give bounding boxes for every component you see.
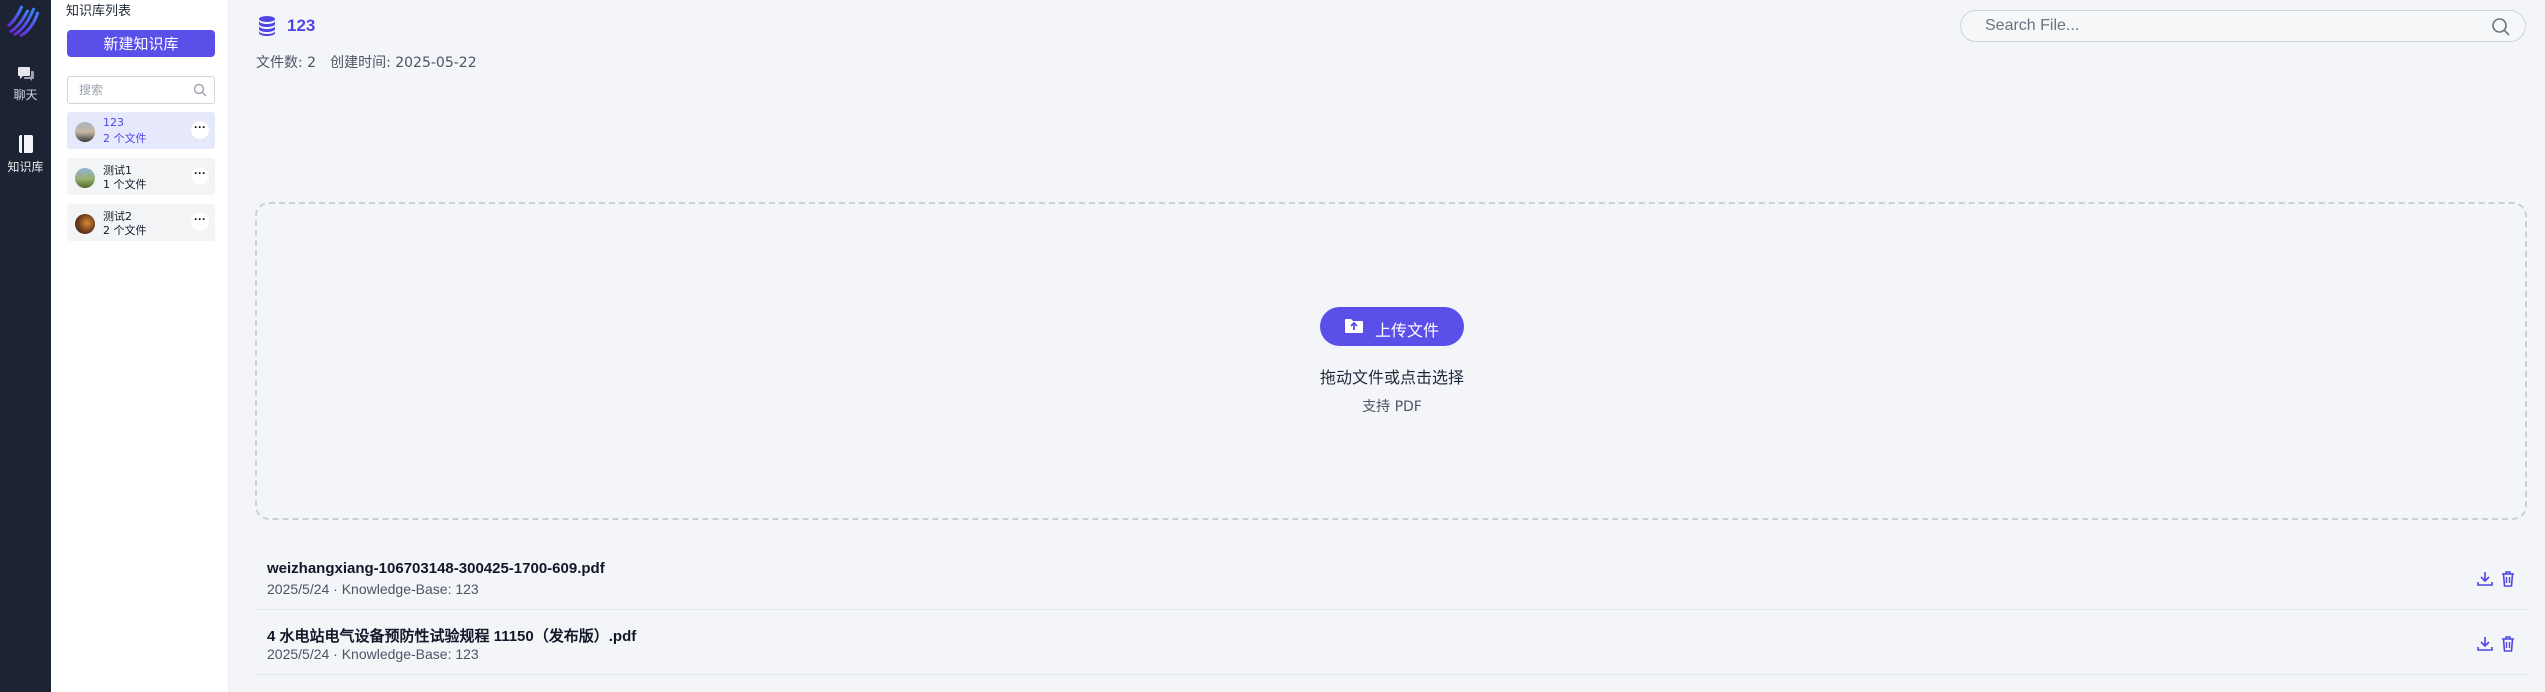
trash-icon[interactable]	[2499, 635, 2517, 653]
nav-chat[interactable]: 聊天	[0, 66, 51, 103]
book-icon	[18, 135, 33, 153]
database-icon	[259, 16, 275, 36]
nav-chat-label: 聊天	[13, 88, 38, 102]
file-search-input[interactable]	[1961, 11, 2481, 41]
kb-list-item[interactable]: 测试2 2 个文件 ···	[67, 204, 215, 241]
nav-knowledge-base[interactable]: 知识库	[0, 134, 51, 175]
nav-rail: 聊天 知识库	[0, 0, 51, 692]
upload-file-button[interactable]: 上传文件	[1320, 307, 1464, 346]
avatar	[75, 122, 95, 142]
file-name: weizhangxiang-106703148-300425-1700-609.…	[267, 560, 605, 577]
trash-icon[interactable]	[2499, 570, 2517, 588]
file-name: 4 水电站电气设备预防性试验规程 11150（发布版）.pdf	[267, 628, 637, 645]
more-options-button[interactable]: ···	[191, 213, 209, 231]
created-time: 创建时间: 2025-05-22	[330, 55, 477, 71]
kb-item-name: 123	[103, 116, 124, 129]
download-icon[interactable]	[2476, 635, 2494, 653]
kb-meta: 文件数: 2 创建时间: 2025-05-22	[256, 52, 477, 72]
kb-search-input[interactable]	[68, 77, 188, 103]
kb-search	[67, 76, 215, 104]
file-search	[1960, 10, 2526, 42]
drop-hint: 拖动文件或点击选择	[1319, 368, 1464, 387]
new-kb-button[interactable]: 新建知识库	[67, 30, 215, 57]
download-icon[interactable]	[2476, 570, 2494, 588]
file-count: 文件数: 2	[256, 55, 317, 71]
folder-upload-icon	[1345, 319, 1363, 333]
file-row[interactable]: weizhangxiang-106703148-300425-1700-609.…	[255, 546, 2527, 610]
upload-file-label: 上传文件	[1375, 321, 1440, 340]
search-icon[interactable]	[2491, 17, 2511, 37]
more-options-button[interactable]: ···	[191, 167, 209, 185]
upload-dropzone[interactable]	[255, 202, 2527, 520]
supported-formats: 支持 PDF	[1362, 399, 1422, 415]
kb-list-panel: 知识库列表 新建知识库 123 2 个文件 ··· 测试1 1 个文件 ··· …	[51, 0, 229, 692]
page-title: 123	[287, 16, 316, 35]
nav-kb-label: 知识库	[7, 160, 44, 174]
kb-item-count: 2 个文件	[103, 224, 147, 237]
kb-list-item[interactable]: 123 2 个文件 ···	[67, 112, 215, 149]
file-meta: 2025/5/24 · Knowledge-Base: 123	[267, 581, 479, 597]
search-icon[interactable]	[193, 83, 207, 97]
file-meta: 2025/5/24 · Knowledge-Base: 123	[267, 646, 479, 662]
panel-title: 知识库列表	[66, 4, 132, 19]
more-options-button[interactable]: ···	[191, 121, 209, 139]
chat-icon	[17, 67, 34, 81]
kb-item-count: 2 个文件	[103, 132, 147, 145]
avatar	[75, 168, 95, 188]
kb-item-count: 1 个文件	[103, 178, 147, 191]
app-logo-icon[interactable]	[6, 2, 42, 38]
kb-list-item[interactable]: 测试1 1 个文件 ···	[67, 158, 215, 195]
file-row[interactable]: 4 水电站电气设备预防性试验规程 11150（发布版）.pdf 2025/5/2…	[255, 611, 2527, 675]
avatar	[75, 214, 95, 234]
